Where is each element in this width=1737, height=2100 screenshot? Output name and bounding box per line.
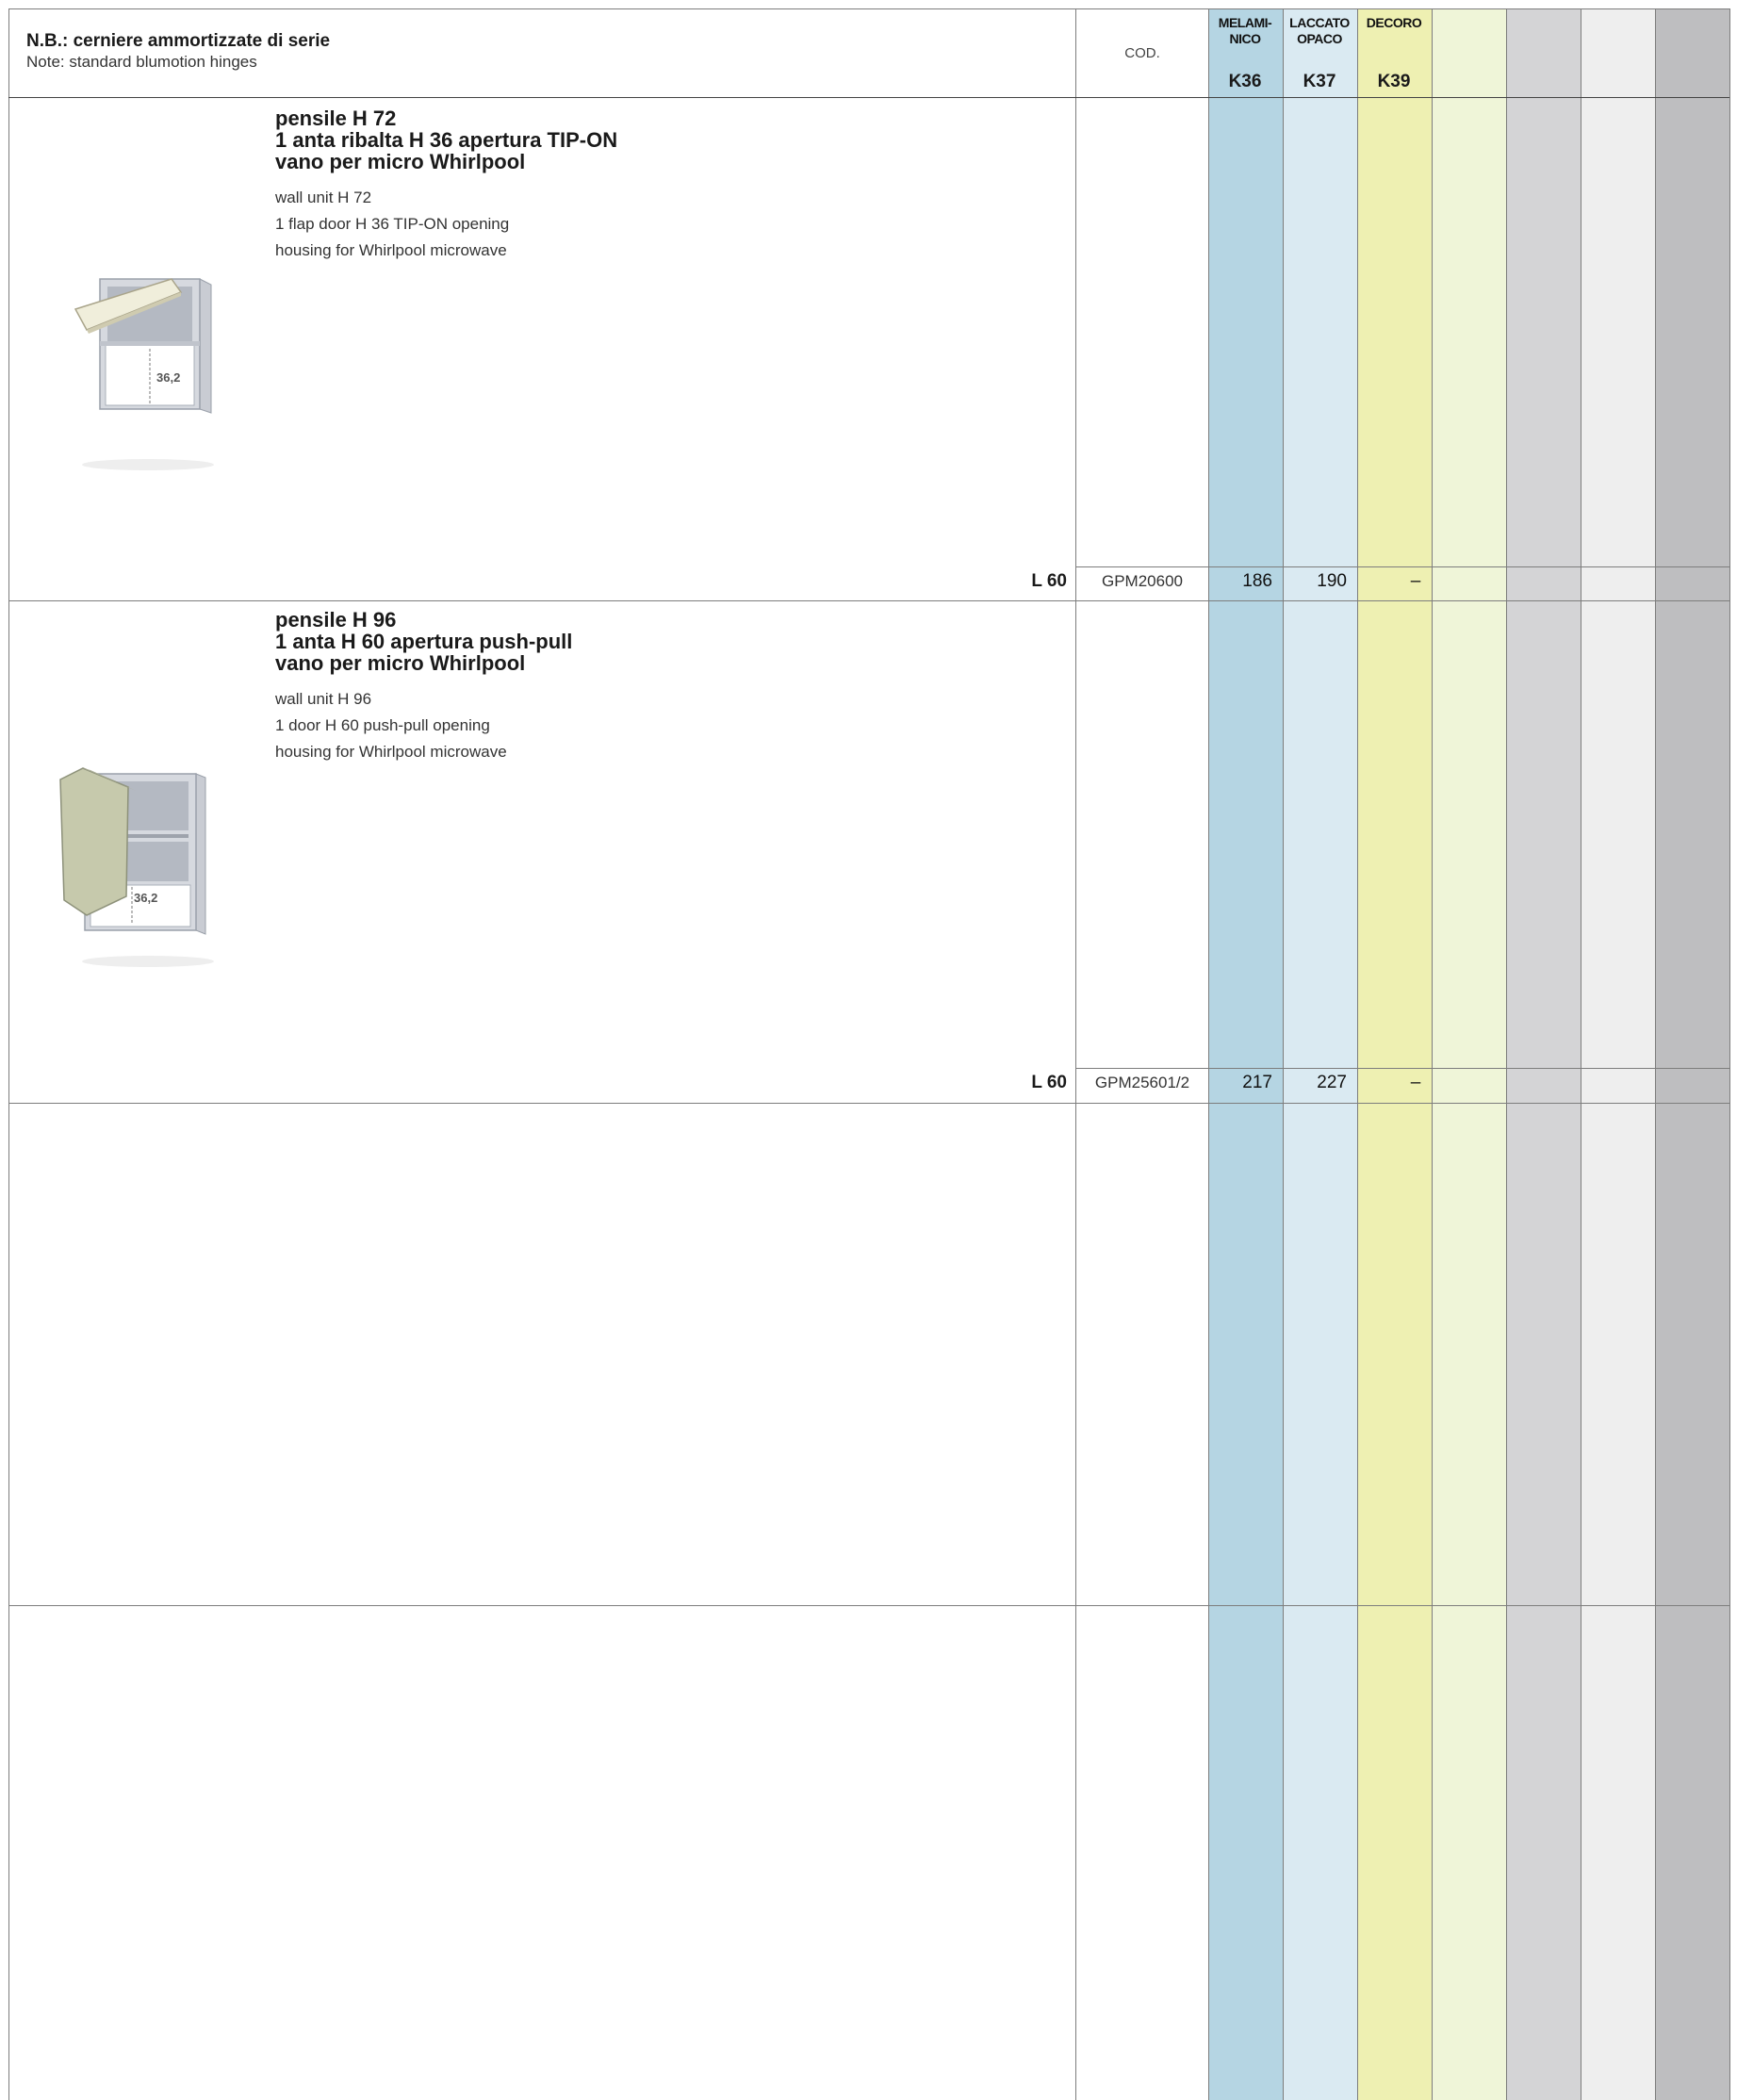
cod-header: COD. — [1124, 45, 1160, 61]
wall-unit-side-door-icon: 36,2 — [59, 767, 214, 967]
column-blank-5 — [1506, 8, 1581, 2100]
product-code: GPM25601/2 — [1094, 1074, 1190, 1091]
wall-unit-flap-door-icon: 36,2 — [74, 278, 214, 470]
product-title: pensile H 72 1 anta ribalta H 36 apertur… — [275, 107, 618, 173]
table-top-border — [8, 8, 1729, 9]
product-description: wall unit H 72 1 flap door H 36 TIP-ON o… — [275, 189, 510, 259]
row3-bottom-rule — [8, 1605, 1729, 1606]
table-left-border — [8, 8, 9, 2100]
column-blank-6 — [1581, 8, 1655, 2100]
header-bottom-rule — [8, 97, 1729, 98]
column-blank-7 — [1655, 8, 1730, 2100]
price-k36: 186 — [1242, 571, 1272, 591]
column-decoro — [1357, 8, 1432, 2100]
price-k37: 190 — [1317, 571, 1347, 591]
note-subtitle: Note: standard blumotion hinges — [26, 53, 257, 71]
width-label: L 60 — [1031, 1073, 1067, 1092]
header-laccato-opaco: LACCATO OPACO — [1289, 15, 1350, 46]
width-label: L 60 — [1031, 571, 1067, 591]
svg-text:36,2: 36,2 — [134, 891, 157, 905]
row1-price-row-top — [1075, 566, 1729, 567]
price-k37: 227 — [1317, 1073, 1347, 1092]
header-decoro: DECORO — [1366, 15, 1422, 30]
price-k36: 217 — [1242, 1073, 1272, 1092]
svg-text:36,2: 36,2 — [156, 370, 180, 385]
row2-bottom-rule — [8, 1103, 1729, 1104]
code-k39: K39 — [1377, 72, 1411, 91]
product-title: pensile H 96 1 anta H 60 apertura push-p… — [275, 608, 573, 675]
column-melaminico — [1208, 8, 1283, 2100]
note-title: N.B.: cerniere ammortizzate di serie — [26, 31, 331, 51]
row2-price-row-top — [1075, 1068, 1729, 1069]
product-description: wall unit H 96 1 door H 60 push-pull ope… — [275, 690, 507, 761]
price-k39: – — [1410, 571, 1421, 591]
row1-bottom-rule — [8, 600, 1729, 601]
product-code: GPM20600 — [1102, 572, 1183, 590]
code-k36: K36 — [1228, 72, 1262, 91]
price-k39: – — [1410, 1073, 1421, 1092]
code-k37: K37 — [1303, 72, 1336, 91]
cod-column-divider — [1075, 8, 1076, 2100]
column-blank-4 — [1432, 8, 1506, 2100]
column-laccato-opaco — [1283, 8, 1357, 2100]
header-melaminico: MELAMI- NICO — [1218, 15, 1272, 46]
